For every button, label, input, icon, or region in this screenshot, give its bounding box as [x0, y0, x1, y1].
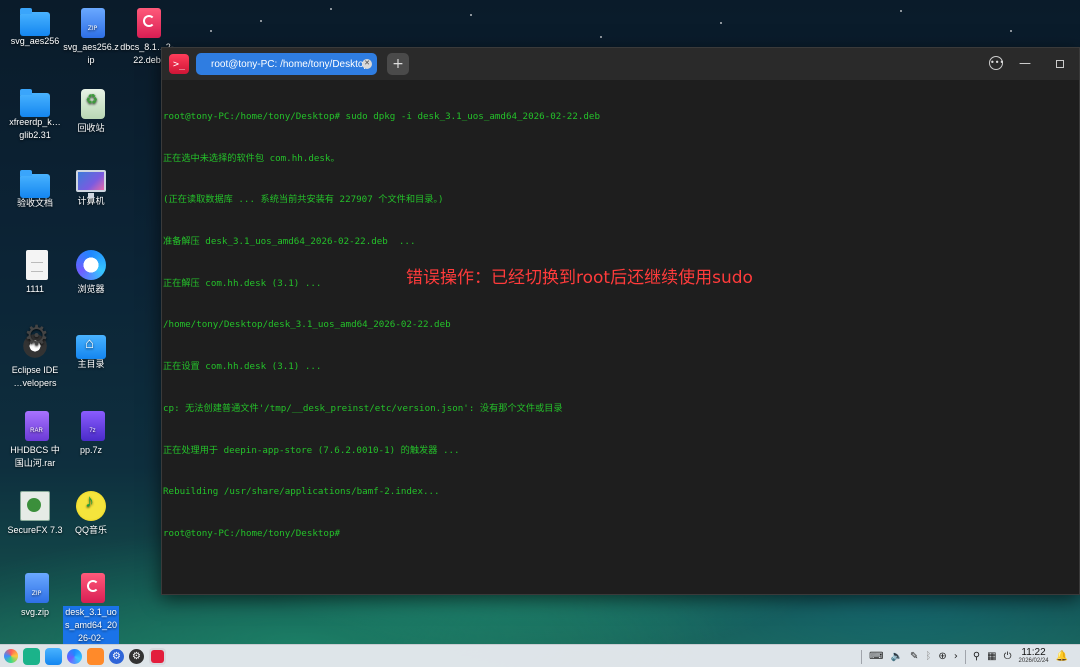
folder-icon [20, 89, 50, 117]
zip-file-icon: ZIP [24, 573, 49, 603]
desktop-icon-desk-deb[interactable]: desk_3.1_uos_amd64_2026-02- [61, 573, 121, 645]
text-file-icon [26, 250, 48, 280]
clock-time: 11:22 [1021, 646, 1046, 658]
desktop-icon-hhdbcs-rar[interactable]: RAR HHDBCS 中国山河.rar [5, 411, 65, 470]
eclipse-icon [20, 329, 50, 361]
terminal-line: root@tony-PC:/home/tony/Desktop# sudo dp… [163, 110, 600, 122]
desktop-icon-1111[interactable]: 1111 [5, 250, 65, 296]
tab-terminal-session[interactable]: root@tony-PC: /home/tony/Desktop ✕ [196, 53, 377, 75]
tab-title: root@tony-PC: /home/tony/Desktop [211, 58, 369, 70]
app-store-icon[interactable] [87, 647, 104, 665]
desktop-icon-trash[interactable]: 回收站 [61, 89, 121, 135]
desktop-icon-home[interactable]: 主目录 [61, 331, 121, 371]
trash-icon [80, 89, 105, 119]
terminal-line: /home/tony/Desktop/desk_3.1_uos_amd64_20… [163, 319, 451, 331]
expand-tray-icon[interactable]: › [954, 651, 958, 662]
desktop-icon-label: 1111 [25, 284, 45, 294]
computer-icon [76, 170, 106, 198]
window-menu-icon[interactable]: ••• [989, 56, 1004, 70]
browser-taskbar-icon[interactable] [67, 648, 82, 664]
desktop-icon-label: QQ音乐 [74, 525, 107, 535]
desktop-icon-label: 主目录 [77, 359, 105, 369]
network-icon[interactable]: ▦ [987, 651, 996, 662]
multitask-view-icon[interactable] [23, 647, 40, 665]
desktop-icon-label: SecureFX 7.3 [7, 525, 63, 535]
launcher-icon[interactable] [4, 649, 18, 663]
vpn-icon[interactable]: ⊕ [938, 651, 946, 662]
notification-bell-icon[interactable]: 🔔 [1056, 651, 1068, 662]
deb-package-icon [136, 8, 161, 38]
desktop-icon-qqmusic[interactable]: QQ音乐 [61, 491, 121, 537]
terminal-line: Rebuilding /usr/share/applications/bamf-… [163, 486, 440, 498]
home-folder-icon [76, 335, 106, 359]
terminal-app-icon: >_ [169, 54, 189, 74]
desktop-icon-securefx[interactable]: SecureFX 7.3 [5, 491, 65, 537]
terminal-prompt: root@tony-PC:/home/tony/Desktop# [163, 528, 341, 539]
desktop-icon-label: HHDBCS 中国山河.rar [10, 445, 60, 468]
desktop-icon-label: desk_3.1_uos_amd64_2026-02- [63, 606, 119, 645]
search-icon[interactable]: ⚲ [973, 651, 980, 662]
taskbar: ⚙ ⚙ ⌨ 🔈 ✎ ᛒ ⊕ › ⚲ ▦ ⏻ 11:22 2026/02/24 🔔 [0, 644, 1080, 667]
eclipse-taskbar-icon[interactable]: ⚙ [129, 648, 144, 664]
desktop-icon-xfreerdp-folder[interactable]: xfreerdp_k…glib2.31 [5, 89, 65, 142]
terminal-taskbar-icon[interactable] [149, 647, 166, 665]
new-tab-button[interactable]: + [387, 53, 409, 75]
maximize-button[interactable] [1056, 60, 1064, 68]
desktop-icon-svg-aes256-folder[interactable]: svg_aes256 [5, 8, 65, 48]
tab-close-icon[interactable]: ✕ [362, 59, 372, 69]
settings-icon[interactable]: ⚙ [109, 648, 124, 664]
desktop-icon-svg-zip[interactable]: ZIP svg.zip [5, 573, 65, 619]
terminal-line: (正在读取数据库 ... 系统当前共安装有 227907 个文件和目录。) [163, 194, 444, 206]
zip-file-icon: ZIP [80, 8, 105, 38]
terminal-line: 正在选中未选择的软件包 com.hh.desk。 [163, 152, 340, 164]
terminal-line: 正在处理用于 deepin-app-store (7.6.2.0010-1) 的… [163, 444, 460, 456]
7z-archive-icon: 7z [80, 411, 105, 441]
clock-date: 2026/02/24 [1018, 657, 1049, 664]
terminal-titlebar[interactable]: >_ root@tony-PC: /home/tony/Desktop ✕ + … [162, 48, 1079, 80]
deb-package-icon [80, 573, 105, 603]
desktop-icon-svg-aes256-zip[interactable]: ZIP svg_aes256.zip [61, 8, 121, 67]
desktop-icon-computer[interactable]: 计算机 [61, 170, 121, 208]
terminal-line: 正在设置 com.hh.desk (3.1) ... [163, 361, 322, 373]
securefx-icon [20, 491, 50, 521]
desktop-icon-label: 验收文档 [16, 198, 53, 208]
power-icon[interactable]: ⏻ [1004, 651, 1012, 662]
qq-music-icon [76, 491, 106, 521]
terminal-line: 准备解压 desk_3.1_uos_amd64_2026-02-22.deb .… [163, 235, 416, 247]
desktop-icon-label: 浏览器 [77, 284, 105, 294]
terminal-line: cp: 无法创建普通文件'/tmp/__desk_preinst/etc/ver… [163, 402, 563, 414]
desktop-icon-acceptance-docs[interactable]: 验收文档 [5, 170, 65, 210]
folder-icon [20, 170, 50, 198]
desktop-icon-label: pp.7z [79, 445, 103, 455]
keyboard-icon[interactable]: ⌨ [869, 651, 883, 662]
desktop-icon-label: 回收站 [77, 123, 105, 133]
desktop-icon-label: xfreerdp_k…glib2.31 [9, 117, 61, 140]
desktop-icon-eclipse[interactable]: Eclipse IDE …velopers [5, 329, 65, 390]
volume-icon[interactable]: 🔈 [891, 651, 903, 662]
taskbar-separator [964, 649, 966, 664]
desktop-icon-label: svg_aes256.zip [63, 42, 119, 65]
folder-icon [20, 8, 50, 36]
desktop-icon-label: svg_aes256 [10, 36, 60, 46]
pen-icon[interactable]: ✎ [910, 651, 918, 662]
desktop-icon-browser[interactable]: 浏览器 [61, 250, 121, 296]
desktop-icon-pp-7z[interactable]: 7z pp.7z [61, 411, 121, 457]
terminal-output[interactable]: root@tony-PC:/home/tony/Desktop# sudo dp… [162, 80, 1079, 569]
file-manager-icon[interactable] [45, 647, 62, 665]
error-annotation: 错误操作：已经切换到root后还继续使用sudo [406, 268, 753, 288]
browser-icon [76, 250, 106, 280]
desktop-icon-label: Eclipse IDE …velopers [11, 365, 59, 388]
bluetooth-icon[interactable]: ᛒ [925, 651, 931, 662]
rar-archive-icon: RAR [24, 411, 49, 441]
minimize-button[interactable]: — [1019, 56, 1031, 70]
desktop-icon-label: svg.zip [20, 607, 49, 617]
taskbar-separator [861, 649, 863, 664]
clock[interactable]: 11:22 2026/02/24 [1018, 646, 1049, 666]
terminal-window[interactable]: >_ root@tony-PC: /home/tony/Desktop ✕ + … [161, 47, 1080, 595]
